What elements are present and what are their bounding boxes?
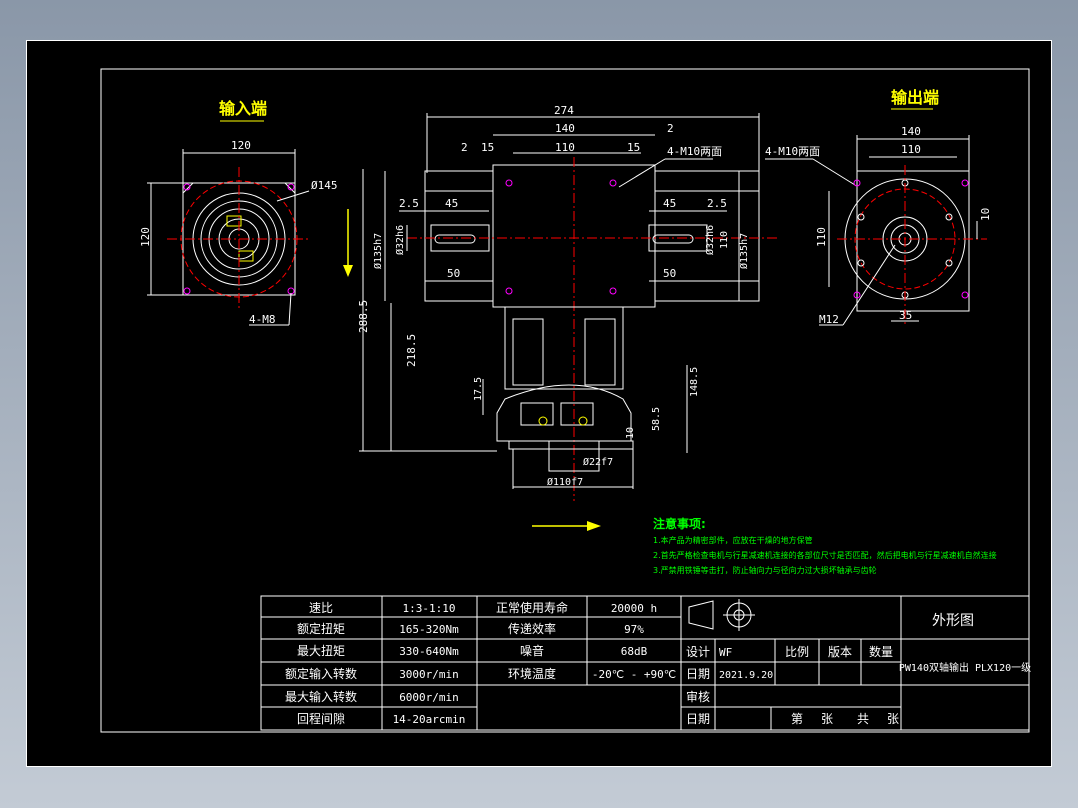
notes-heading: 注意事项: bbox=[653, 516, 706, 531]
output-m12: M12 bbox=[819, 313, 839, 326]
product-name: PW140双轴输出 PLX120一级 bbox=[899, 661, 1031, 674]
input-end-view: 输入端 120 120 Ø145 4-M8 bbox=[139, 99, 338, 326]
input-120-width: 120 bbox=[231, 139, 251, 152]
output-110: 110 bbox=[901, 143, 921, 156]
spec2-value-2: 68dB bbox=[621, 645, 648, 658]
spec-value-1: 165-320Nm bbox=[399, 623, 459, 636]
spec-label-1: 额定扭矩 bbox=[297, 621, 345, 636]
date2-label: 日期 bbox=[686, 712, 710, 726]
note-2: 2.首先严格检查电机与行星减速机连接的各部位尺寸是否匹配，然后把电机与行星减速机… bbox=[653, 550, 997, 560]
dim-274: 274 bbox=[554, 104, 574, 117]
spec2-value-1: 97% bbox=[624, 623, 644, 636]
spec-label-4: 最大输入转数 bbox=[285, 689, 357, 704]
dia-22: Ø22f7 bbox=[583, 456, 613, 468]
output-110-vertical: 110 bbox=[815, 227, 828, 247]
projection-symbol bbox=[688, 600, 714, 630]
dia-32-left: Ø32h6 bbox=[394, 225, 406, 255]
main-view: 274 140 2 2 15 110 15 4-M10两面 2.5 45 50 … bbox=[357, 104, 777, 501]
drawing-sheet: 输入端 120 120 Ø145 4-M8 274 140 2 2 15 110… bbox=[26, 40, 1052, 767]
date-label: 日期 bbox=[686, 667, 710, 681]
spec2-label-0: 正常使用寿命 bbox=[496, 600, 568, 615]
spec2-value-0: 20000 h bbox=[611, 602, 657, 615]
dim-45-left: 45 bbox=[445, 197, 458, 210]
spec-value-0: 1:3-1:10 bbox=[403, 602, 456, 615]
note-1: 1.本产品为精密部件，应放在干燥的地方保管 bbox=[653, 535, 813, 545]
dim-10-lower: 10 bbox=[625, 427, 636, 439]
dim-288-5: 288.5 bbox=[357, 300, 370, 333]
output-flange bbox=[496, 384, 632, 442]
spec-label-2: 最大扭矩 bbox=[297, 644, 345, 658]
spec-value-3: 3000r/min bbox=[399, 668, 459, 681]
dim-2-left: 2 bbox=[461, 141, 468, 154]
title-block: 外形图 设计 WF 比例 版本 数量 日期 2021.9.20 PW140双轴输… bbox=[680, 595, 1031, 731]
drawing-type: 外形图 bbox=[932, 613, 974, 629]
sheet-gong: 共 bbox=[857, 712, 869, 726]
inner-frame bbox=[100, 68, 1030, 733]
sheet-zhang-2: 张 bbox=[887, 712, 899, 726]
output-4m10-note: 4-M10两面 bbox=[765, 145, 820, 158]
spec2-label-3: 环境温度 bbox=[508, 666, 556, 681]
dia-32-right: Ø32h6 bbox=[704, 225, 716, 255]
designer: WF bbox=[719, 646, 732, 659]
dim-110-vertical: 110 bbox=[719, 231, 730, 249]
quantity-label: 数量 bbox=[869, 644, 893, 659]
dim-110-top: 110 bbox=[555, 141, 575, 154]
dim-50-right: 50 bbox=[663, 267, 676, 280]
output-35: 35 bbox=[899, 309, 912, 322]
note-3: 3.严禁用铁锤等击打，防止轴向力与径向力过大损坏轴承与齿轮 bbox=[653, 565, 877, 575]
output-140: 140 bbox=[901, 125, 921, 138]
scale-label: 比例 bbox=[785, 645, 809, 659]
spec2-label-2: 噪音 bbox=[520, 643, 544, 658]
dim-17-5: 17.5 bbox=[473, 377, 484, 401]
spec-table: 速比 1:3-1:10 额定扭矩 165-320Nm 最大扭矩 330-640N… bbox=[260, 595, 682, 731]
input-120-height: 120 bbox=[139, 227, 152, 247]
spec-value-4: 6000r/min bbox=[399, 691, 459, 704]
dim-2-top: 2 bbox=[667, 122, 674, 135]
dim-148-5: 148.5 bbox=[689, 367, 700, 397]
technical-notes: 注意事项: 1.本产品为精密部件，应放在干燥的地方保管 2.首先严格检查电机与行… bbox=[653, 516, 997, 575]
output-end-title: 输出端 bbox=[891, 88, 939, 107]
design-label: 设计 bbox=[686, 645, 710, 659]
output-10: 10 bbox=[979, 208, 992, 221]
spec-label-3: 额定输入转数 bbox=[285, 666, 357, 681]
dia-135-right: Ø135h7 bbox=[738, 233, 750, 269]
input-4m8-note: 4-M8 bbox=[249, 313, 276, 326]
dia-110: Ø110f7 bbox=[547, 476, 583, 488]
review-label: 审核 bbox=[686, 689, 710, 704]
dim-45-right: 45 bbox=[663, 197, 676, 210]
dim-15-left: 15 bbox=[481, 141, 494, 154]
output-end-view: 输出端 140 110 4-M10两面 110 10 35 M12 bbox=[765, 88, 992, 326]
spec2-label-1: 传递效率 bbox=[508, 621, 556, 636]
dim-218-5: 218.5 bbox=[405, 334, 418, 367]
spec2-value-3: -20℃ - +90℃ bbox=[592, 668, 676, 681]
dim-2-5-left: 2.5 bbox=[399, 197, 419, 210]
dim-2-5-right: 2.5 bbox=[707, 197, 727, 210]
spec-label-5: 回程间隙 bbox=[297, 711, 345, 726]
cad-drawing: 输入端 120 120 Ø145 4-M8 274 140 2 2 15 110… bbox=[100, 68, 1031, 733]
sheet-zhang-1: 张 bbox=[821, 712, 833, 726]
input-end-title: 输入端 bbox=[219, 99, 267, 118]
dia-135-left: Ø135h7 bbox=[372, 233, 384, 269]
dim-58-5: 58.5 bbox=[651, 407, 662, 431]
dim-15-right: 15 bbox=[627, 141, 640, 154]
spec-label-0: 速比 bbox=[309, 601, 333, 615]
m10-note-main: 4-M10两面 bbox=[667, 145, 722, 158]
date-value: 2021.9.20 bbox=[719, 670, 773, 681]
spec-value-2: 330-640Nm bbox=[399, 645, 459, 658]
spec-value-5: 14-20arcmin bbox=[393, 713, 466, 726]
version-label: 版本 bbox=[828, 645, 852, 659]
dim-140-top: 140 bbox=[555, 122, 575, 135]
dim-50-left: 50 bbox=[447, 267, 460, 280]
input-dia-145: Ø145 bbox=[311, 179, 338, 192]
sheet-di: 第 bbox=[791, 712, 803, 726]
